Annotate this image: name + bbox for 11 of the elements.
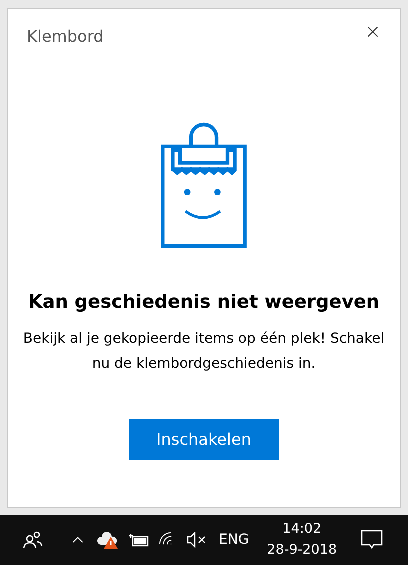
message-text: Bekijk al je gekopieerde items op één plek! Schakel nu de klembordgeschiedenis in. <box>22 330 386 374</box>
notification-icon[interactable] <box>361 530 384 550</box>
enable-button[interactable]: Inschakelen <box>129 419 279 460</box>
people-icon[interactable] <box>23 531 43 549</box>
panel-title: Klembord <box>27 27 104 46</box>
cloud-warning-icon[interactable] <box>97 531 119 549</box>
clock[interactable]: 14:02 28-9-2018 <box>267 519 338 561</box>
heading: Kan geschiedenis niet weergeven <box>28 292 380 313</box>
speaker-muted-icon[interactable] <box>186 532 206 548</box>
language-indicator[interactable]: ENG <box>219 532 250 548</box>
battery-icon[interactable] <box>128 533 150 547</box>
